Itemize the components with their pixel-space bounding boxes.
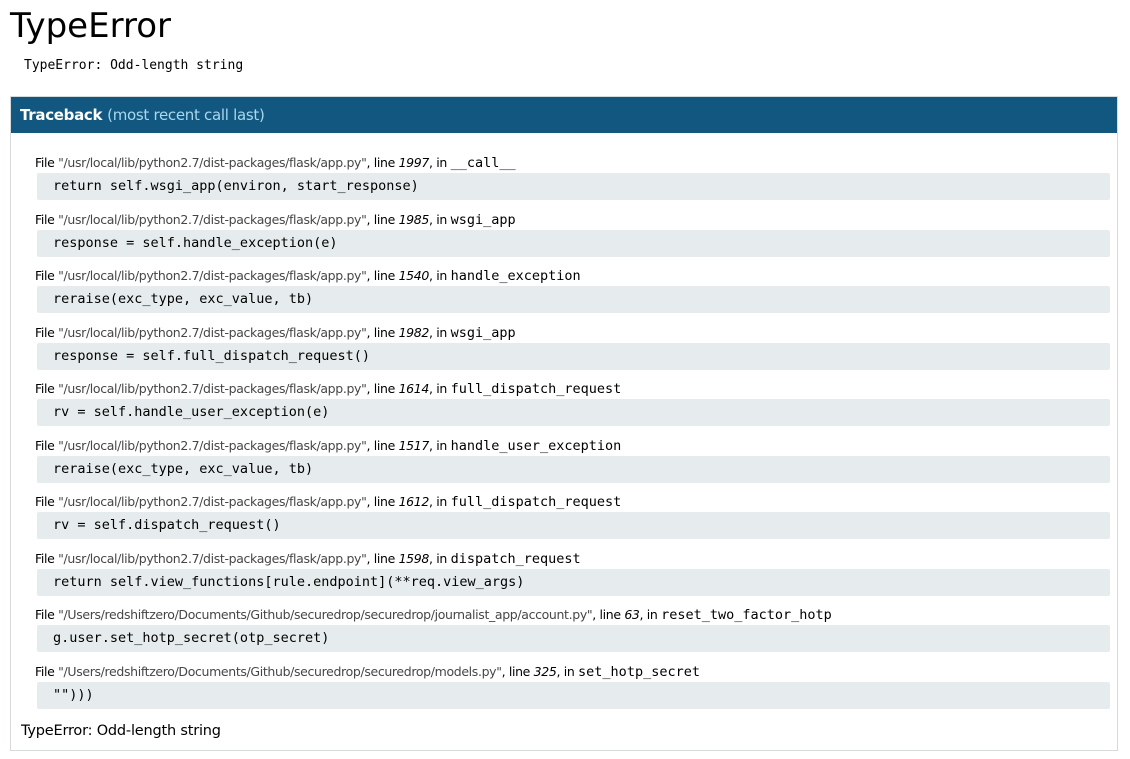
frame-filename: "/usr/local/lib/python2.7/dist-packages/… (58, 155, 367, 170)
traceback-frame[interactable]: File "/usr/local/lib/python2.7/dist-pack… (35, 323, 1110, 380)
frame-line-label: line (508, 663, 531, 679)
frame-filename: "/Users/redshiftzero/Documents/Github/se… (58, 663, 502, 679)
frame-code-line[interactable]: rv = self.handle_user_exception(e) (37, 399, 1110, 426)
frame-function: handle_exception (450, 268, 581, 284)
frame-file-label: File (35, 663, 55, 679)
frame-filename: "/usr/local/lib/python2.7/dist-packages/… (58, 268, 367, 283)
frame-function: full_dispatch_request (450, 381, 622, 397)
frame-file-label: File (35, 268, 55, 283)
frame-function: full_dispatch_request (450, 494, 622, 510)
frame-in-label: in (436, 155, 447, 170)
traceback-frames: File "/usr/local/lib/python2.7/dist-pack… (35, 153, 1110, 718)
frame-location: File "/Users/redshiftzero/Documents/Gith… (35, 607, 832, 623)
frame-line-label: line (373, 155, 396, 170)
frame-file-label: File (35, 607, 55, 622)
frame-line-label: line (373, 324, 396, 340)
frame-function: dispatch_request (450, 550, 581, 567)
frame-file-label: File (35, 550, 55, 566)
frame-location: File "/usr/local/lib/python2.7/dist-pack… (35, 268, 581, 284)
frame-code-line[interactable]: ""))) (37, 681, 1110, 709)
traceback-frame[interactable]: File "/usr/local/lib/python2.7/dist-pack… (35, 492, 1110, 549)
frame-code-line[interactable]: reraise(exc_type, exc_value, tb) (37, 455, 1110, 483)
frame-lineno: 325 (533, 663, 557, 679)
frame-location: File "/usr/local/lib/python2.7/dist-pack… (35, 494, 622, 510)
frame-filename: "/usr/local/lib/python2.7/dist-packages/… (58, 437, 367, 453)
traceback-header: Traceback (most recent call last) (11, 97, 1117, 133)
frame-in-label: in (436, 381, 447, 396)
frame-location: File "/Users/redshiftzero/Documents/Gith… (35, 663, 700, 680)
traceback-frame[interactable]: File "/usr/local/lib/python2.7/dist-pack… (35, 549, 1110, 606)
frame-in-label: in (436, 437, 447, 453)
traceback-frame[interactable]: File "/Users/redshiftzero/Documents/Gith… (35, 605, 1110, 662)
frame-line-label: line (373, 437, 396, 453)
frame-file-label: File (35, 155, 55, 170)
traceback-header-sub: (most recent call last) (107, 106, 265, 124)
frame-code-line[interactable]: response = self.full_dispatch_request() (37, 342, 1110, 370)
frame-lineno: 1985 (398, 211, 430, 227)
frame-code-line[interactable]: g.user.set_hotp_secret(otp_secret) (37, 625, 1110, 652)
frame-line-label: line (373, 494, 396, 509)
traceback-footer-message: TypeError: Odd-length string (21, 723, 221, 739)
frame-code-line[interactable]: return self.wsgi_app(environ, start_resp… (37, 173, 1110, 200)
frame-in-label: in (436, 494, 447, 509)
frame-file-label: File (35, 324, 55, 340)
frame-function: set_hotp_secret (578, 663, 700, 680)
frame-in-label: in (436, 211, 447, 227)
frame-filename: "/usr/local/lib/python2.7/dist-packages/… (58, 324, 367, 340)
traceback-panel: Traceback (most recent call last) File "… (10, 96, 1118, 751)
frame-filename: "/usr/local/lib/python2.7/dist-packages/… (58, 494, 367, 509)
frame-in-label: in (436, 268, 447, 283)
frame-line-label: line (373, 381, 396, 396)
frame-function: wsgi_app (450, 324, 516, 341)
frame-file-label: File (35, 381, 55, 396)
frame-in-label: in (563, 663, 575, 679)
frame-code-line[interactable]: return self.view_functions[rule.endpoint… (37, 568, 1110, 596)
frame-function: handle_user_exception (450, 437, 622, 454)
frame-lineno: 1598 (398, 550, 430, 566)
traceback-frame[interactable]: File "/usr/local/lib/python2.7/dist-pack… (35, 266, 1110, 323)
frame-line-label: line (373, 268, 396, 283)
frame-location: File "/usr/local/lib/python2.7/dist-pack… (35, 155, 516, 171)
frame-location: File "/usr/local/lib/python2.7/dist-pack… (35, 437, 622, 454)
frame-lineno: 63 (624, 607, 640, 622)
frame-line-label: line (373, 211, 396, 227)
frame-filename: "/usr/local/lib/python2.7/dist-packages/… (58, 550, 367, 566)
traceback-frame[interactable]: File "/usr/local/lib/python2.7/dist-pack… (35, 153, 1110, 210)
frame-code-line[interactable]: reraise(exc_type, exc_value, tb) (37, 286, 1110, 313)
page-title: TypeError (10, 6, 171, 46)
traceback-header-label: Traceback (20, 106, 103, 124)
frame-lineno: 1612 (398, 494, 430, 509)
frame-lineno: 1614 (398, 381, 430, 396)
frame-function: reset_two_factor_hotp (661, 607, 832, 623)
frame-filename: "/Users/redshiftzero/Documents/Github/se… (58, 607, 593, 622)
frame-lineno: 1982 (398, 324, 430, 340)
error-message: TypeError: Odd-length string (24, 58, 244, 73)
frame-lineno: 1997 (398, 155, 430, 170)
traceback-frame[interactable]: File "/usr/local/lib/python2.7/dist-pack… (35, 210, 1110, 267)
frame-function: __call__ (450, 155, 516, 171)
frame-code-line[interactable]: response = self.handle_exception(e) (37, 229, 1110, 257)
frame-lineno: 1517 (398, 437, 430, 453)
frame-file-label: File (35, 437, 55, 453)
frame-filename: "/usr/local/lib/python2.7/dist-packages/… (58, 211, 367, 227)
frame-location: File "/usr/local/lib/python2.7/dist-pack… (35, 324, 516, 341)
frame-file-label: File (35, 494, 55, 509)
frame-line-label: line (373, 550, 396, 566)
frame-lineno: 1540 (398, 268, 430, 283)
traceback-frame[interactable]: File "/usr/local/lib/python2.7/dist-pack… (35, 379, 1110, 436)
frame-filename: "/usr/local/lib/python2.7/dist-packages/… (58, 381, 367, 396)
frame-location: File "/usr/local/lib/python2.7/dist-pack… (35, 381, 622, 397)
frame-location: File "/usr/local/lib/python2.7/dist-pack… (35, 550, 581, 567)
frame-in-label: in (436, 550, 447, 566)
traceback-frame[interactable]: File "/Users/redshiftzero/Documents/Gith… (35, 662, 1110, 719)
frame-in-label: in (436, 324, 447, 340)
frame-file-label: File (35, 211, 55, 227)
frame-function: wsgi_app (450, 211, 516, 228)
frame-in-label: in (646, 607, 658, 622)
frame-location: File "/usr/local/lib/python2.7/dist-pack… (35, 211, 516, 228)
frame-code-line[interactable]: rv = self.dispatch_request() (37, 512, 1110, 539)
frame-line-label: line (599, 607, 622, 622)
traceback-frame[interactable]: File "/usr/local/lib/python2.7/dist-pack… (35, 436, 1110, 493)
